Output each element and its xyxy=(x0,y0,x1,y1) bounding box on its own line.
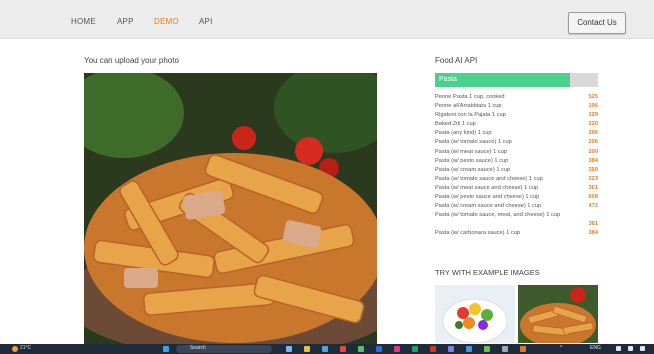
app-icon-pink[interactable] xyxy=(394,346,400,352)
food-calories: 200 xyxy=(588,148,599,155)
food-result-row[interactable]: Pasta (w/ cream sauce) 1 cup 350 xyxy=(435,167,598,176)
nav-home[interactable]: HOME xyxy=(71,17,96,26)
food-name: Pasta (w/ meat sauce) 1 cup xyxy=(435,148,508,155)
os-taskbar: 21°C Search ^ ENG xyxy=(0,344,654,354)
food-calories: 361 xyxy=(588,184,599,191)
app-icon-orange[interactable] xyxy=(520,346,526,352)
food-calories: 220 xyxy=(588,121,599,128)
food-calories: 525 xyxy=(588,94,599,100)
food-result-row[interactable]: Pasta (w/ tomato sauce and cheese) 1 cup… xyxy=(435,176,598,185)
food-result-row[interactable]: Pasta (w/ meat sauce and cheese) 1 cup 36… xyxy=(435,185,598,194)
query-bar[interactable]: Pasta xyxy=(435,73,598,87)
food-calories: 472 xyxy=(588,203,599,210)
powerpoint-icon[interactable] xyxy=(430,346,436,352)
vscode-icon[interactable] xyxy=(466,346,472,352)
food-name: Pasta (w/ carbonara sauce) 1 cup xyxy=(435,230,521,237)
battery-icon[interactable] xyxy=(640,346,645,351)
weather-icon[interactable] xyxy=(12,346,18,352)
food-name: Pasta (w/ meat sauce and cheese) 1 cup xyxy=(435,184,539,191)
upload-heading: You can upload your photo xyxy=(84,56,179,65)
windows-start-icon[interactable] xyxy=(163,346,169,352)
task-view-icon[interactable] xyxy=(286,346,292,352)
query-text: Pasta xyxy=(439,76,457,83)
food-result-row[interactable]: 361 xyxy=(435,221,599,230)
example-images-heading: TRY WITH EXAMPLE IMAGES xyxy=(435,268,540,277)
food-name: Baked Ziti 1 cup xyxy=(435,121,476,128)
pasta-dish-image xyxy=(518,285,598,343)
chrome-browser-icon[interactable] xyxy=(340,346,346,352)
contact-us-button[interactable]: Contact Us xyxy=(568,12,626,34)
food-api-heading: Food AI API xyxy=(435,56,478,65)
nav-demo[interactable]: DEMO xyxy=(154,17,179,26)
food-name: Pasta (w/ tomato sauce, meat, and cheese… xyxy=(435,212,561,219)
food-name: Pasta (w/ tomato sauce and cheese) 1 cup xyxy=(435,175,543,182)
food-result-row[interactable]: Penne all'Arrabbiata 1 cup 196 xyxy=(435,103,598,112)
food-result-row[interactable]: Pasta (w/ tomato sauce) 1 cup 206 xyxy=(435,139,598,148)
food-result-row[interactable]: Pasta (any kind) 1 cup 206 xyxy=(435,130,598,139)
food-name: Pasta (w/ pesto sauce and cheese) 1 cup xyxy=(435,194,540,201)
app-icon-green[interactable] xyxy=(358,346,364,352)
food-result-row[interactable]: Baked Ziti 1 cup 220 xyxy=(435,121,598,130)
food-calories: 384 xyxy=(588,230,599,237)
food-calories: 350 xyxy=(588,166,599,173)
nav-api[interactable]: API xyxy=(199,17,213,26)
food-calories: 223 xyxy=(588,175,599,182)
food-results-list: Penne Pasta 1 cup, cooked 525 Penne all'Ar… xyxy=(435,94,598,240)
food-name: Pasta (w/ tomato sauce) 1 cup xyxy=(435,139,512,146)
food-name: Pasta (any kind) 1 cup xyxy=(435,130,492,137)
food-calories: 608 xyxy=(588,194,599,201)
food-name: Rigatoni con la Pajata 1 cup xyxy=(435,112,506,119)
food-result-row[interactable]: Pasta (w/ tomato sauce, meat, and cheese… xyxy=(435,212,598,221)
edge-browser-icon[interactable] xyxy=(322,346,328,352)
food-result-row[interactable]: Pasta (w/ pesto sauce and cheese) 1 cup 6… xyxy=(435,194,598,203)
food-calories: 206 xyxy=(588,130,599,137)
food-result-row[interactable]: Penne Pasta 1 cup, cooked 525 xyxy=(435,94,598,103)
teams-icon[interactable] xyxy=(448,346,454,352)
food-name: Penne all'Arrabbiata 1 cup xyxy=(435,103,502,110)
taskbar-search-box[interactable]: Search xyxy=(176,345,272,353)
volume-icon[interactable] xyxy=(628,346,633,351)
wifi-icon[interactable] xyxy=(616,346,621,351)
example-image-fruit-salad[interactable] xyxy=(435,285,515,343)
food-calories: 196 xyxy=(588,103,599,110)
weather-temp: 21°C xyxy=(20,345,32,351)
food-result-row[interactable]: Pasta (w/ carbonara sauce) 1 cup 384 xyxy=(435,230,598,239)
food-calories: 329 xyxy=(588,112,599,119)
excel-icon[interactable] xyxy=(412,346,418,352)
top-navbar: HOME APP DEMO API Contact Us xyxy=(0,0,654,39)
taskbar-search-label: Search xyxy=(190,345,206,351)
app-icon-gray[interactable] xyxy=(502,346,508,352)
system-tray-chevron[interactable]: ^ xyxy=(560,345,562,351)
pasta-image xyxy=(84,73,377,345)
app-icon-lime[interactable] xyxy=(484,346,490,352)
food-name: Pasta (w/ cream sauce) 1 cup xyxy=(435,166,511,173)
language-indicator[interactable]: ENG xyxy=(590,345,601,351)
uploaded-food-photo[interactable] xyxy=(84,73,377,345)
food-name: Pasta (w/ pesto sauce) 1 cup xyxy=(435,157,509,164)
food-calories: 361 xyxy=(588,221,599,228)
nav-app[interactable]: APP xyxy=(117,17,134,26)
food-result-row[interactable]: Pasta (w/ meat sauce) 1 cup 200 xyxy=(435,149,598,158)
food-calories: 206 xyxy=(588,139,599,146)
example-image-pasta[interactable] xyxy=(518,285,598,343)
food-result-row[interactable]: Pasta (w/ cream sauce and cheese) 1 cup 4… xyxy=(435,203,598,212)
food-result-row[interactable]: Pasta (w/ pesto sauce) 1 cup 384 xyxy=(435,158,598,167)
fruit-bowl-image xyxy=(435,285,515,343)
file-explorer-icon[interactable] xyxy=(304,346,310,352)
food-name: Pasta (w/ cream sauce and cheese) 1 cup xyxy=(435,203,542,210)
food-result-row[interactable]: Rigatoni con la Pajata 1 cup 329 xyxy=(435,112,598,121)
food-name: Penne Pasta 1 cup, cooked xyxy=(435,94,505,100)
food-calories: 384 xyxy=(588,157,599,164)
word-icon[interactable] xyxy=(376,346,382,352)
